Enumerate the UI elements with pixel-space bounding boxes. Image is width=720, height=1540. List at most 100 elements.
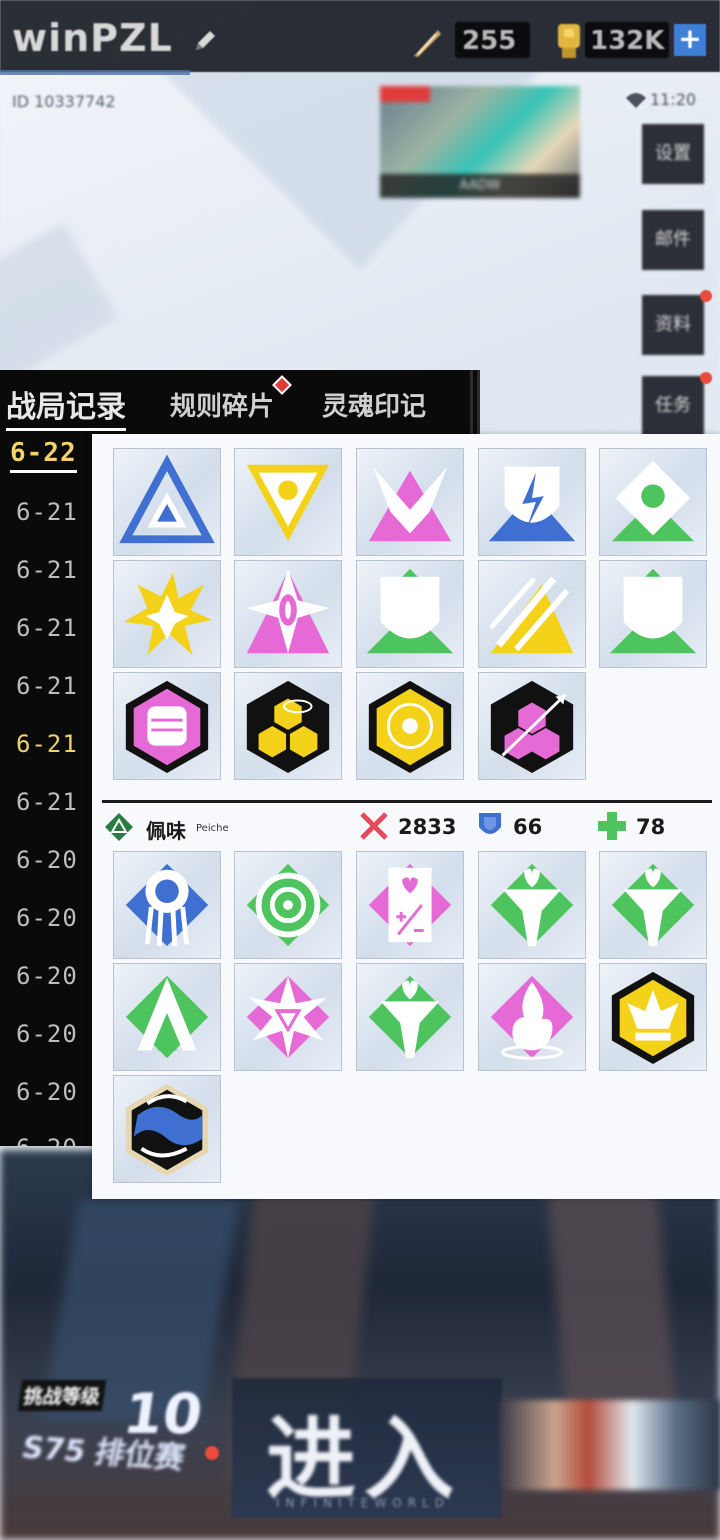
resource-value: 132K [590, 26, 665, 56]
yellow-crown-hexagon-icon [611, 971, 695, 1065]
green-spiral-diamond-icon [246, 863, 330, 947]
tab-soul-marks[interactable]: 灵魂印记 [322, 386, 426, 423]
rule-tile[interactable] [356, 560, 464, 668]
green-heart-trident-icon [490, 863, 574, 947]
tabs-bar-edge [470, 370, 480, 434]
date-item[interactable]: 6-21 [16, 614, 78, 642]
rule-tile[interactable] [356, 448, 464, 556]
crossed-swords-icon [360, 812, 388, 840]
health-value: 78 [636, 815, 666, 839]
record-date-list[interactable]: 6-22 6-21 6-21 6-21 6-21 6-21 6-21 6-20 … [0, 434, 92, 1146]
rule-tile[interactable] [478, 448, 586, 556]
yellow-honeycomb-hexagon-icon [246, 680, 330, 774]
section-divider [102, 800, 712, 803]
date-item[interactable]: 6-21 [16, 672, 78, 700]
clock-text: 11:20 [650, 90, 697, 109]
date-item[interactable]: 6-20 [16, 962, 78, 990]
soul-tile[interactable] [234, 851, 342, 959]
pencil-icon[interactable] [192, 28, 218, 54]
date-item[interactable]: 6-21 [16, 556, 78, 584]
notification-dot [700, 372, 712, 384]
rule-tile[interactable] [478, 672, 586, 780]
side-button-profile[interactable]: 资料 [642, 295, 704, 355]
top-bar-accent [0, 70, 190, 75]
date-item[interactable]: 6-20 [16, 904, 78, 932]
date-item-active[interactable]: 6-22 [10, 438, 77, 473]
soul-tile[interactable] [599, 963, 707, 1071]
rule-tile[interactable] [113, 560, 221, 668]
rule-tile[interactable] [113, 672, 221, 780]
yellow-beetle-triangle-icon [246, 464, 330, 542]
pink-fist-hexagon-icon [125, 680, 209, 774]
shield-icon [479, 813, 501, 834]
character-portraits[interactable] [500, 1400, 720, 1490]
banner-caption: AADW [380, 174, 580, 198]
event-banner[interactable]: AADW [380, 86, 580, 198]
currency-feather-icon [414, 30, 441, 57]
challenge-level-label: 挑战等级 [17, 1380, 107, 1411]
date-item[interactable]: 6-20 [16, 1134, 78, 1146]
character-name: 佩味 [146, 819, 186, 843]
add-currency-button[interactable]: + [674, 24, 706, 56]
rule-tile[interactable] [234, 672, 342, 780]
character-name-romanized: Peiche [196, 823, 229, 834]
green-heart-trident-icon [611, 863, 695, 947]
soul-tile[interactable] [478, 963, 586, 1071]
gold-trophy-icon [558, 24, 580, 58]
green-shield-icon [366, 568, 454, 654]
soul-tile[interactable] [113, 963, 221, 1071]
blue-lightning-shield-icon [488, 466, 576, 542]
rule-tile[interactable] [599, 560, 707, 668]
defense-value: 66 [513, 815, 543, 839]
rule-tile[interactable] [599, 448, 707, 556]
yellow-burst-icon [123, 572, 213, 656]
pink-wings-emblem-icon [368, 466, 452, 542]
pink-honeycomb-arrow-hexagon-icon [490, 680, 574, 774]
soul-tile[interactable] [478, 851, 586, 959]
date-item[interactable]: 6-20 [16, 1078, 78, 1106]
side-button-settings[interactable]: 设置 [642, 124, 704, 184]
resource-value: 255 [462, 26, 517, 56]
green-mountain-diamond-icon [125, 975, 209, 1059]
attack-value: 2833 [398, 815, 457, 839]
pink-burst-triangle-icon [246, 975, 330, 1059]
soul-tile[interactable] [113, 1075, 221, 1183]
pink-card-diamond-icon [368, 863, 452, 947]
blue-wave-hexagon-icon [125, 1083, 209, 1177]
notification-dot [205, 1446, 219, 1460]
soul-tile[interactable] [234, 963, 342, 1071]
side-button-mail[interactable]: 邮件 [642, 210, 704, 270]
username[interactable]: winPZL [12, 16, 173, 60]
green-heart-trident-icon [368, 975, 452, 1059]
blue-jellyfish-ring-icon [125, 863, 209, 947]
side-button-tasks[interactable]: 任务 [642, 376, 704, 436]
soul-tile[interactable] [356, 963, 464, 1071]
green-fist-diamond-icon [611, 460, 695, 542]
date-item[interactable]: 6-21 [16, 788, 78, 816]
tab-rule-fragments[interactable]: 规则碎片 [170, 386, 274, 423]
yellow-missiles-icon [489, 576, 574, 654]
pink-flame-diamond-icon [490, 975, 574, 1060]
notification-dot [700, 290, 712, 302]
green-shield-icon [609, 568, 697, 654]
date-item[interactable]: 6-21 [16, 730, 78, 758]
enter-button-subtitle: INFINITEWORLD [276, 1496, 450, 1510]
pink-eye-star-icon [246, 568, 330, 654]
yellow-target-hexagon-icon [368, 680, 452, 774]
health-cross-icon [598, 812, 626, 840]
soul-tile[interactable] [113, 851, 221, 959]
banner-new-tag [380, 86, 430, 102]
tab-battle-record[interactable]: 战局记录 [6, 382, 126, 431]
soul-tile[interactable] [599, 851, 707, 959]
soul-tile[interactable] [356, 851, 464, 959]
date-item[interactable]: 6-21 [16, 498, 78, 526]
rule-tile[interactable] [113, 448, 221, 556]
rule-tile[interactable] [356, 672, 464, 780]
date-item[interactable]: 6-20 [16, 846, 78, 874]
rule-tile[interactable] [234, 560, 342, 668]
player-id: ID 10337742 [12, 92, 116, 111]
rule-tile[interactable] [478, 560, 586, 668]
rule-tile[interactable] [234, 448, 342, 556]
date-item[interactable]: 6-20 [16, 1020, 78, 1048]
blue-triangle-emblem-icon [119, 454, 215, 544]
